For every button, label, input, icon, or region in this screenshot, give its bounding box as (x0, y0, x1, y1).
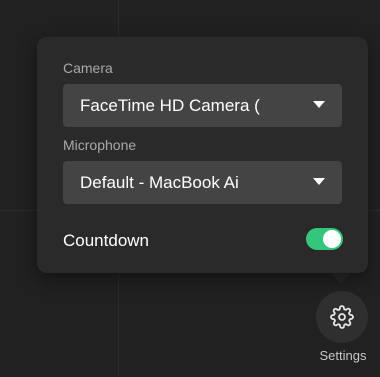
chevron-down-icon (313, 178, 325, 185)
toggle-knob (323, 230, 341, 248)
settings-button[interactable] (316, 291, 368, 343)
camera-label: Camera (63, 60, 113, 76)
gear-icon (330, 305, 354, 329)
countdown-toggle[interactable] (306, 228, 343, 250)
camera-select[interactable]: FaceTime HD Camera ( (63, 84, 342, 127)
microphone-label: Microphone (63, 137, 137, 153)
microphone-select[interactable]: Default - MacBook Ai (63, 161, 342, 204)
countdown-label: Countdown (63, 231, 150, 250)
camera-selected-value: FaceTime HD Camera ( (80, 95, 260, 115)
microphone-selected-value: Default - MacBook Ai (80, 172, 239, 192)
settings-label: Settings (319, 348, 367, 363)
chevron-down-icon (313, 101, 325, 108)
settings-popover: Camera FaceTime HD Camera ( Microphone D… (37, 37, 368, 273)
